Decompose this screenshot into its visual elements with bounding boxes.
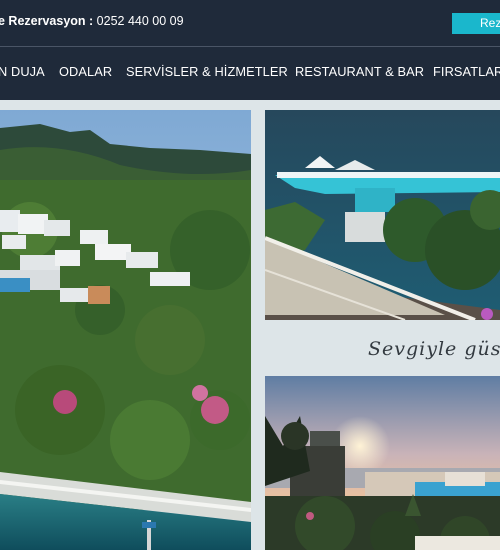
hotel-aerial-photo[interactable] bbox=[0, 110, 251, 550]
nav-item-restaurant-bar[interactable]: RESTAURANT & BAR bbox=[295, 64, 424, 79]
pier-photo[interactable] bbox=[265, 110, 500, 320]
nav-item-services[interactable]: SERVİSLER & HİZMETLER bbox=[126, 64, 288, 79]
reservation-phone[interactable]: e Rezervasyon : 0252 440 00 09 bbox=[0, 14, 184, 28]
reservation-button[interactable]: Rez bbox=[452, 13, 500, 34]
main-nav: N DUJA ODALAR SERVİSLER & HİZMETLER REST… bbox=[0, 47, 500, 100]
nav-item-bodrum-duja[interactable]: N DUJA bbox=[0, 64, 45, 79]
reservation-label: e Rezervasyon : bbox=[0, 14, 94, 28]
nav-item-offers[interactable]: FIRSATLAR bbox=[433, 64, 500, 79]
top-bar: e Rezervasyon : 0252 440 00 09 Rez bbox=[0, 0, 500, 46]
nav-item-rooms[interactable]: ODALAR bbox=[59, 64, 112, 79]
tagline-script: Sevgiyle güs bbox=[368, 338, 500, 360]
sunset-photo[interactable] bbox=[265, 376, 500, 550]
reservation-number: 0252 440 00 09 bbox=[93, 14, 184, 28]
